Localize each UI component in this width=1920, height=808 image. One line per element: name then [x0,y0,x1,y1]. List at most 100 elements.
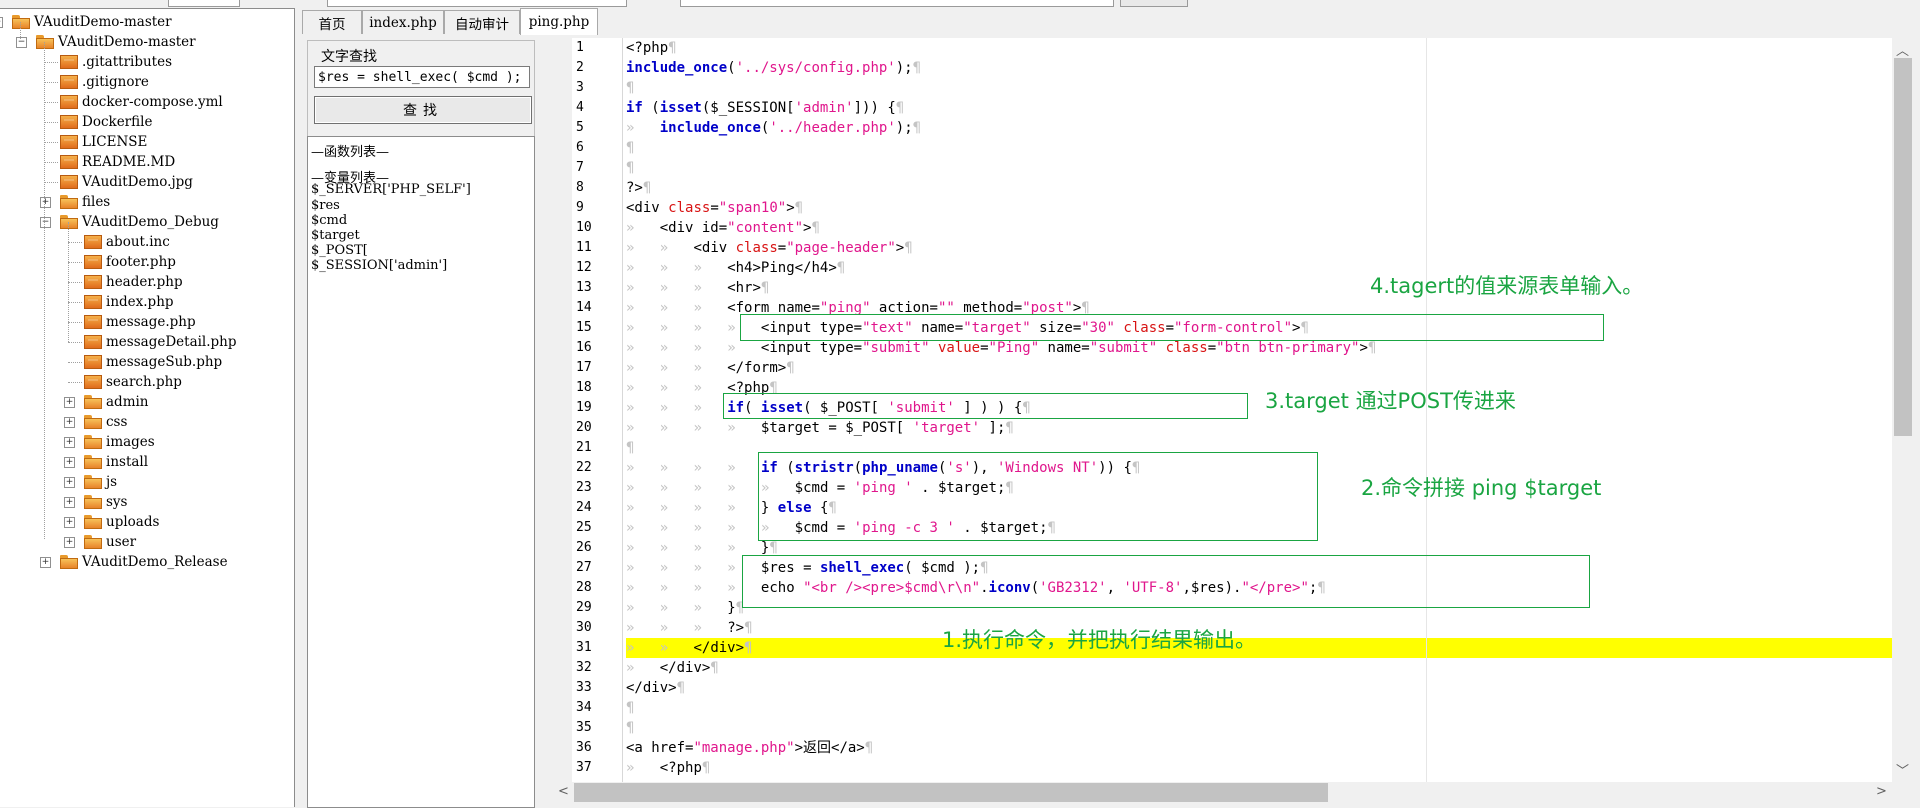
tree-folder[interactable]: VAuditDemo_Release [60,552,228,572]
code-line[interactable]: » » » » <input type="submit" value="Ping… [626,338,1376,358]
vertical-scrollbar-thumb[interactable] [1894,58,1912,436]
code-line[interactable]: ¶ [626,138,634,158]
collapse-icon[interactable]: − [40,217,51,228]
tree-folder[interactable]: images [84,432,155,452]
tree-item-label: .gitignore [82,74,149,90]
tree-file[interactable]: header.php [84,272,183,292]
variable-item[interactable]: $target [311,228,360,243]
expand-icon[interactable]: + [64,477,75,488]
code-line[interactable]: » include_once('../header.php');¶ [626,118,921,138]
code-line[interactable]: » </div>¶ [626,658,719,678]
expand-icon[interactable]: + [64,397,75,408]
tree-folder[interactable]: uploads [84,512,159,532]
tree-file[interactable]: VAuditDemo.jpg [60,172,193,192]
search-input[interactable] [314,66,530,88]
expand-icon[interactable]: + [40,197,51,208]
tree-file[interactable]: message.php [84,312,196,332]
code-line[interactable]: » » </div>¶ [626,638,752,658]
annotation-box-post [723,393,1248,419]
tree-file[interactable]: search.php [84,372,182,392]
collapse-icon[interactable]: − [0,17,3,28]
tree-folder[interactable]: css [84,412,127,432]
tree-file[interactable]: LICENSE [60,132,147,152]
tree-folder[interactable]: VAuditDemo_Debug [60,212,219,232]
code-line[interactable]: <a href="manage.php">返回</a>¶ [626,738,873,758]
toolbar-button[interactable] [1120,0,1188,7]
toolbar-field-left[interactable] [168,0,240,7]
code-line[interactable]: ¶ [626,78,634,98]
code-line[interactable]: » » » </form>¶ [626,358,795,378]
toolbar-field-right[interactable] [680,0,1114,7]
search-button[interactable]: 查找 [314,96,532,124]
tree-file[interactable]: docker-compose.yml [60,92,223,112]
line-number: 12 [576,260,592,275]
code-line[interactable]: » <div id="content">¶ [626,218,820,238]
toolbar-field-middle[interactable] [327,0,627,7]
expand-icon[interactable]: + [64,417,75,428]
tree-folder[interactable]: sys [84,492,127,512]
horizontal-scrollbar-thumb[interactable] [574,783,1328,802]
code-line[interactable]: <div class="span10">¶ [626,198,803,218]
tree-folder[interactable]: admin [84,392,149,412]
variable-item[interactable]: $cmd [311,213,347,228]
tree-file[interactable]: index.php [84,292,174,312]
tree-folder[interactable]: VAuditDemo-master [36,32,196,52]
code-line[interactable]: » » » <hr>¶ [626,278,769,298]
code-line[interactable]: ¶ [626,698,634,718]
code-line[interactable]: » » » }¶ [626,598,744,618]
code-line[interactable]: » » » » $target = $_POST[ 'target' ];¶ [626,418,1014,438]
code-line[interactable]: » <?php¶ [626,758,710,778]
tree-file[interactable]: messageSub.php [84,352,222,372]
code-line[interactable]: » » » <h4>Ping</h4>¶ [626,258,845,278]
annotation-text-3: 3.target 通过POST传进来 [1265,389,1516,413]
folder-icon [60,555,78,569]
tree-folder[interactable]: install [84,452,148,472]
code-line[interactable]: » » <div class="page-header">¶ [626,238,913,258]
tree-file[interactable]: messageDetail.php [84,332,237,352]
code-line[interactable]: ?>¶ [626,178,651,198]
tree-folder[interactable]: files [60,192,110,212]
code-line[interactable]: ¶ [626,718,634,738]
expand-icon[interactable]: + [40,557,51,568]
code-line[interactable]: </div>¶ [626,678,685,698]
variable-item[interactable]: $_SERVER['PHP_SELF'] [311,182,471,197]
line-number: 1 [576,40,584,55]
line-number: 33 [576,680,592,695]
variable-item[interactable]: $res [311,198,340,213]
scroll-left-icon[interactable]: < [558,784,569,799]
code-line[interactable]: » » » ?>¶ [626,618,753,638]
scroll-right-icon[interactable]: > [1876,784,1887,799]
tree-file[interactable]: .gitattributes [60,52,172,72]
code-line[interactable]: ¶ [626,438,634,458]
tree-file[interactable]: README.MD [60,152,175,172]
expand-icon[interactable]: + [64,517,75,528]
expand-icon[interactable]: + [64,457,75,468]
tree-connector [44,182,58,183]
scroll-down-icon[interactable]: ﹀ [1896,760,1909,779]
tree-folder[interactable]: user [84,532,136,552]
file-icon [60,115,78,129]
expand-icon[interactable]: + [64,437,75,448]
tree-file[interactable]: about.inc [84,232,170,252]
file-icon [84,295,102,309]
tree-item-label: images [106,434,155,450]
variable-item[interactable]: $_POST[ [311,243,368,258]
collapse-icon[interactable]: − [16,37,27,48]
variable-item[interactable]: $_SESSION['admin'] [311,258,447,273]
expand-icon[interactable]: + [64,537,75,548]
scroll-up-icon[interactable]: ︿ [1896,40,1909,59]
fold-margin [622,38,623,782]
tree-file[interactable]: .gitignore [60,72,149,92]
code-line[interactable]: ¶ [626,158,634,178]
line-number: 28 [576,580,592,595]
tree-folder[interactable]: js [84,472,117,492]
line-number: 22 [576,460,592,475]
tree-file[interactable]: footer.php [84,252,176,272]
annotation-box-input [740,314,1604,341]
tree-folder[interactable]: VAuditDemo-master [12,12,172,32]
code-line[interactable]: <?php¶ [626,38,677,58]
expand-icon[interactable]: + [64,497,75,508]
code-line[interactable]: include_once('../sys/config.php');¶ [626,58,921,78]
code-line[interactable]: if (isset($_SESSION['admin'])) {¶ [626,98,904,118]
tree-file[interactable]: Dockerfile [60,112,152,132]
